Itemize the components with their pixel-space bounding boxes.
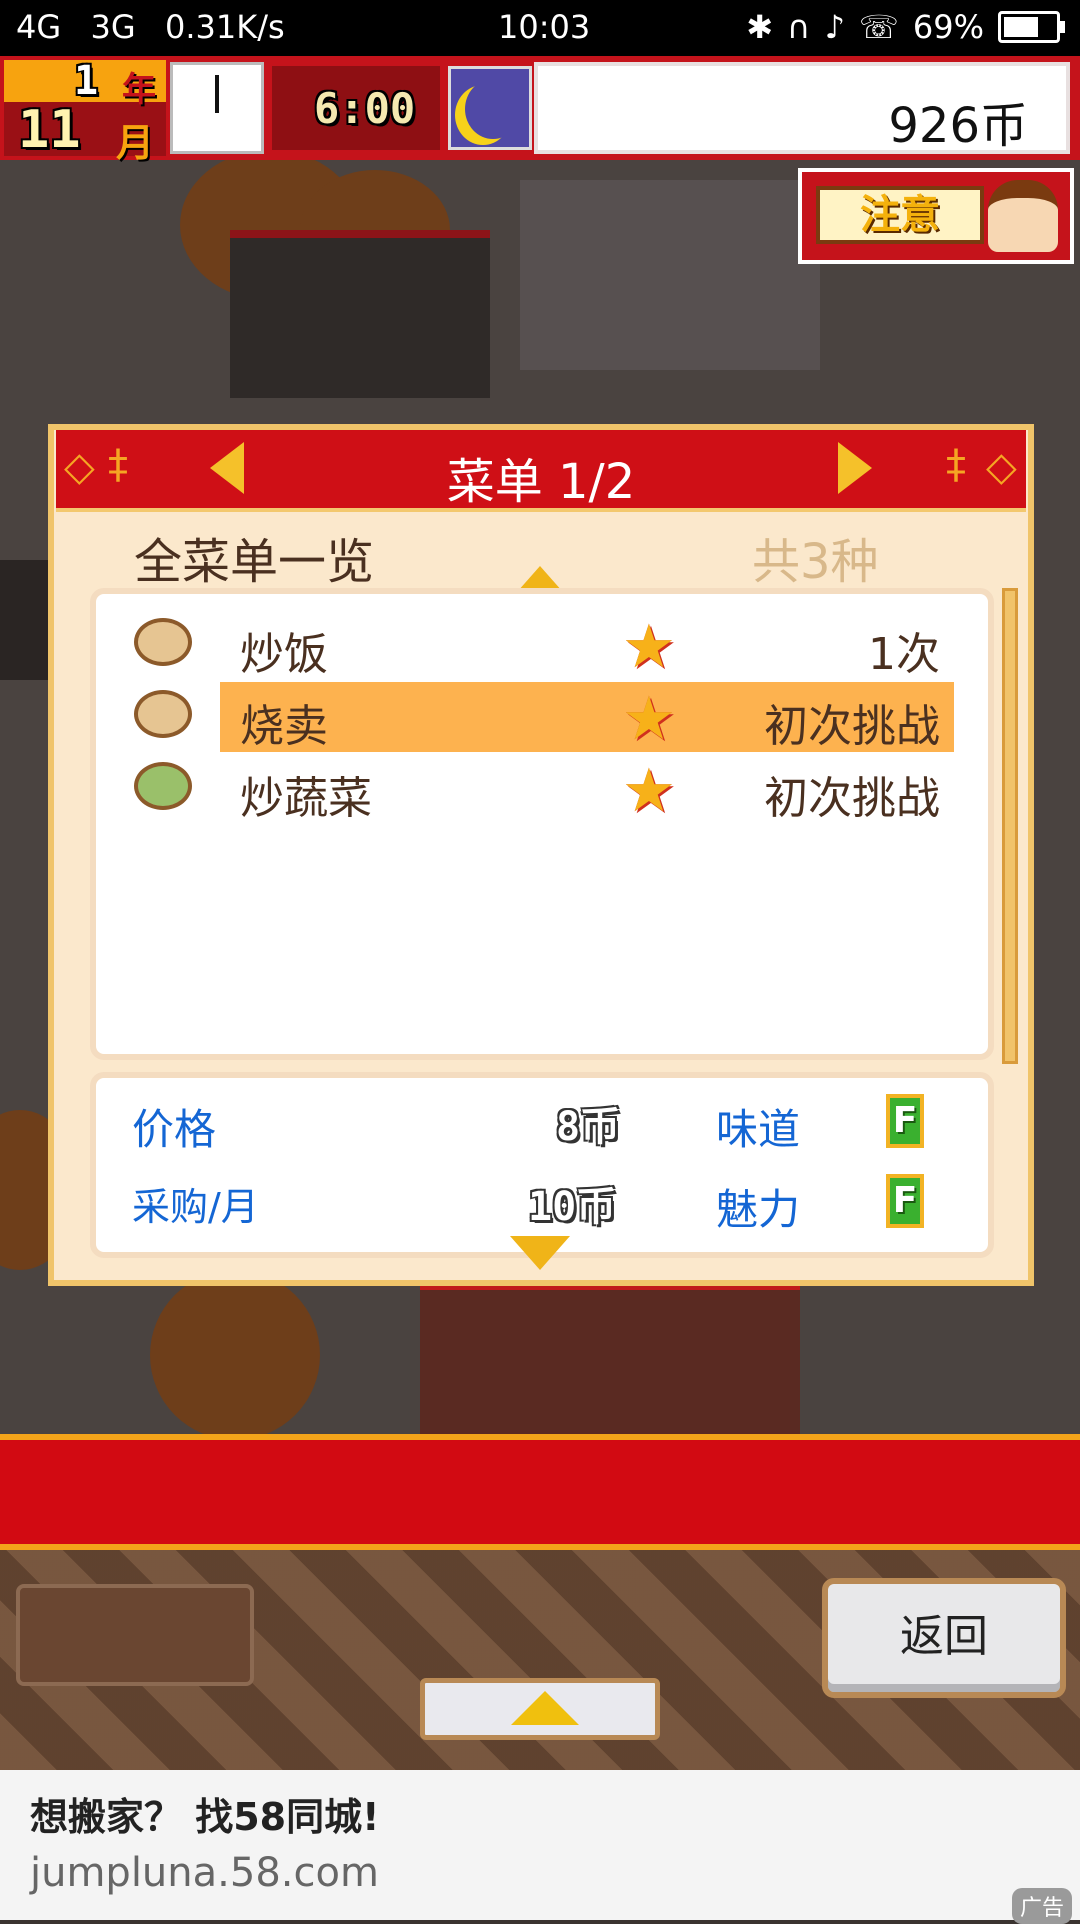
network-status: 4G 3G 0.31K/s <box>16 8 285 46</box>
building-sprite <box>520 180 820 370</box>
ad-tag: 广告 <box>1011 1888 1072 1924</box>
alert-label: 注意 <box>816 186 984 244</box>
building-sprite <box>0 560 50 680</box>
menu-panel-header: ◇ ‡ 菜单 1/2 ‡ ◇ <box>56 430 1026 512</box>
bluetooth-icon: ✱ <box>746 8 774 46</box>
clock-icon <box>170 62 264 154</box>
star-icon: ★ <box>622 756 676 826</box>
expand-up-button[interactable] <box>420 1678 660 1740</box>
fried-rice-icon <box>134 618 192 666</box>
purchase-label: 采购/月 <box>132 1185 259 1229</box>
menu-subtitle: 全菜单一览 <box>134 534 375 590</box>
ornament-icon: ◇ <box>986 444 1017 490</box>
moon-icon <box>448 66 532 150</box>
ornament-icon: ‡ <box>946 442 966 488</box>
clock-time: 10:03 <box>498 8 591 46</box>
month-number: 11 <box>18 100 81 160</box>
menu-title: 菜单 1/2 <box>446 454 636 510</box>
back-button-label: 返回 <box>900 1611 988 1662</box>
taste-grade: F <box>886 1094 924 1148</box>
status-bar: 4G 3G 0.31K/s 10:03 ✱ ∩ ♪ ☏ 69% <box>0 0 1080 56</box>
tree-sprite <box>150 1270 320 1440</box>
battery-icon <box>998 11 1065 43</box>
dish-status: 初次挑战 <box>764 701 940 752</box>
taste-label: 味道 <box>716 1105 801 1154</box>
charm-grade: F <box>886 1174 924 1228</box>
year-number: 1 <box>74 58 99 104</box>
list-item[interactable]: 炒蔬菜 ★ 初次挑战 <box>126 754 956 826</box>
building-sprite <box>420 1280 800 1440</box>
scroll-down-icon[interactable] <box>510 1236 570 1270</box>
price-label: 价格 <box>132 1105 217 1154</box>
stir-fried-vegetables-icon <box>134 762 192 810</box>
dish-name: 烧卖 <box>240 701 328 752</box>
list-item[interactable]: 炒饭 ★ 1次 <box>126 610 956 682</box>
charm-label: 魅力 <box>716 1185 801 1234</box>
dish-status: 初次挑战 <box>764 773 940 824</box>
month-label: 月 <box>116 121 155 165</box>
menu-count: 共3种 <box>752 534 879 590</box>
headset-icon: ∩ <box>787 8 811 46</box>
date-display: 1 年 11 月 <box>4 58 166 165</box>
ad-title[interactable]: 想搬家？ 找58同城! <box>30 1786 379 1841</box>
dish-status: 1次 <box>868 629 940 680</box>
star-icon: ★ <box>622 684 676 754</box>
alert-button[interactable]: 注意 <box>798 168 1074 264</box>
shumai-icon <box>134 690 192 738</box>
ad-url[interactable]: jumpluna.58.com <box>30 1850 379 1896</box>
back-button[interactable]: 返回 <box>822 1578 1066 1698</box>
empty-slot-button[interactable] <box>16 1584 254 1686</box>
money-display: 926币 <box>534 62 1070 154</box>
year-label: 年 <box>122 70 156 110</box>
message-bar <box>0 1434 1080 1550</box>
hd-call-icon: ☏ <box>858 8 899 46</box>
money-value: 926币 <box>888 98 1028 154</box>
bell-muted-icon: ♪ <box>824 8 845 46</box>
purchase-value: 10币 <box>528 1184 617 1230</box>
dish-name: 炒饭 <box>240 629 328 680</box>
next-page-button[interactable] <box>838 442 872 494</box>
building-sprite <box>230 230 490 398</box>
scrollbar[interactable] <box>1002 588 1018 1064</box>
star-icon: ★ <box>622 612 676 682</box>
price-value: 8币 <box>556 1104 621 1150</box>
game-time-value: 6:00 <box>314 84 416 133</box>
chevron-up-icon <box>511 1691 579 1725</box>
dish-name: 炒蔬菜 <box>240 773 372 824</box>
game-time: 6:00 <box>272 66 440 150</box>
assistant-avatar <box>988 180 1058 252</box>
battery-percent: 69% <box>912 8 984 46</box>
list-item[interactable]: 烧卖 ★ 初次挑战 <box>126 682 956 754</box>
